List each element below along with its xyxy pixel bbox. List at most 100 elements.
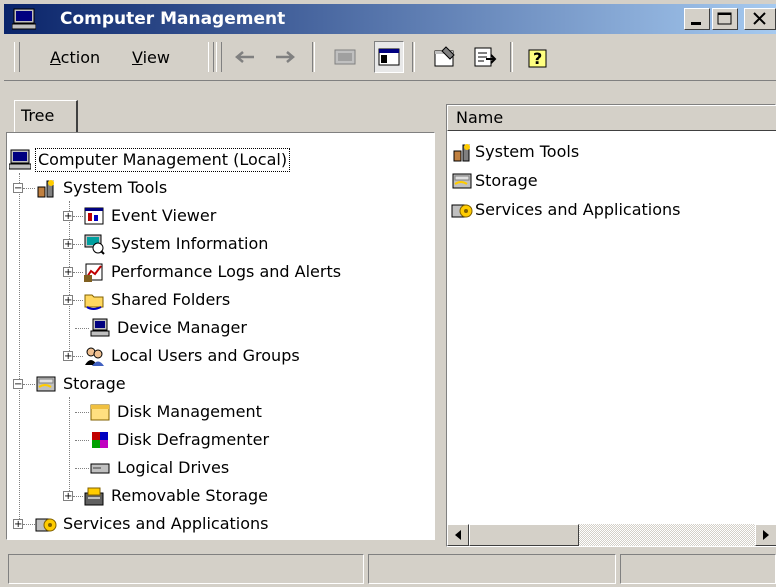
computer-icon xyxy=(12,8,36,30)
tree-item-label: Local Users and Groups xyxy=(111,346,300,365)
close-button[interactable] xyxy=(744,8,776,30)
back-button[interactable] xyxy=(230,41,260,73)
details-list[interactable]: Name System Tools Storage Services and A… xyxy=(446,104,776,547)
svg-text:?: ? xyxy=(533,49,542,68)
expand-toggle[interactable]: + xyxy=(13,519,23,530)
menu-view[interactable]: View xyxy=(124,44,178,72)
tree-line xyxy=(23,187,35,189)
expand-toggle[interactable]: + xyxy=(63,351,73,362)
console-tree[interactable]: Computer Management (Local) − System Too… xyxy=(6,132,435,540)
scroll-right-button[interactable] xyxy=(755,524,776,546)
properties-icon xyxy=(434,46,455,67)
close-icon xyxy=(753,12,766,25)
tree-line xyxy=(75,327,89,329)
show-hide-tree-button[interactable] xyxy=(374,41,404,73)
up-one-level-button[interactable] xyxy=(330,41,360,73)
tree-root[interactable]: Computer Management (Local) xyxy=(9,147,409,173)
tree-line xyxy=(75,439,89,441)
tree-item-device-manager[interactable]: Device Manager xyxy=(75,315,247,341)
forward-arrow-icon xyxy=(276,51,295,63)
tree-item-shared-folders[interactable]: + Shared Folders xyxy=(63,287,230,313)
maximize-button[interactable] xyxy=(712,8,738,30)
scroll-left-button[interactable] xyxy=(447,524,469,546)
back-arrow-icon xyxy=(235,51,254,63)
tab-tree[interactable]: Tree xyxy=(14,100,78,132)
list-item[interactable]: Services and Applications xyxy=(451,197,680,223)
system-tools-icon xyxy=(453,144,470,162)
disk-management-icon xyxy=(90,404,110,421)
properties-button[interactable] xyxy=(430,41,460,73)
device-manager-icon xyxy=(90,318,110,337)
tree-item-label: Removable Storage xyxy=(111,486,269,505)
list-item[interactable]: Storage xyxy=(451,168,538,194)
tree-item-local-users[interactable]: + Local Users and Groups xyxy=(63,343,300,369)
scroll-thumb[interactable] xyxy=(469,524,579,546)
tree-item-system-tools[interactable]: − System Tools xyxy=(13,175,167,201)
users-icon xyxy=(85,347,104,366)
minimize-button[interactable] xyxy=(684,8,710,30)
collapse-toggle[interactable]: − xyxy=(13,183,23,194)
tree-item-system-information[interactable]: + System Information xyxy=(63,231,268,257)
menubar-grip[interactable] xyxy=(14,42,20,72)
left-arrow-icon xyxy=(455,530,461,540)
list-item-label: System Tools xyxy=(475,142,580,161)
console-tree-icon xyxy=(378,48,400,66)
menu-view-mnemonic: V xyxy=(132,48,143,67)
tree-item-label: Disk Management xyxy=(117,402,262,421)
tree-item-label: Storage xyxy=(63,374,126,393)
tree-item-disk-management[interactable]: Disk Management xyxy=(75,399,262,425)
tree-line xyxy=(23,523,35,525)
toolbar-separator xyxy=(312,42,315,72)
export-list-icon xyxy=(474,47,497,67)
drive-icon xyxy=(90,463,110,474)
collapse-toggle[interactable]: − xyxy=(13,379,23,390)
tree-line xyxy=(75,411,89,413)
forward-button[interactable] xyxy=(270,41,300,73)
list-item[interactable]: System Tools xyxy=(451,139,579,165)
tree-line xyxy=(69,397,70,495)
help-button[interactable]: ? xyxy=(524,41,554,73)
tree-item-services-apps[interactable]: + Services and Applications xyxy=(13,511,268,537)
folder-up-icon xyxy=(334,49,356,65)
system-tools-icon xyxy=(37,180,54,198)
tree-item-label: Services and Applications xyxy=(63,514,269,533)
horizontal-scrollbar[interactable] xyxy=(447,524,776,546)
status-panel-3 xyxy=(620,554,776,584)
tree-item-logical-drives[interactable]: Logical Drives xyxy=(75,455,229,481)
expand-toggle[interactable]: + xyxy=(63,295,73,306)
window-title: Computer Management xyxy=(60,9,286,29)
tree-line xyxy=(19,173,20,521)
title-bar[interactable]: Computer Management xyxy=(4,4,776,34)
tree-item-label: System Information xyxy=(111,234,269,253)
menu-action-label: ction xyxy=(60,48,101,67)
expand-toggle[interactable]: + xyxy=(63,239,73,250)
column-header-name[interactable]: Name xyxy=(447,105,776,131)
menu-action-mnemonic: A xyxy=(50,48,61,67)
toolbar-grip[interactable] xyxy=(208,42,214,72)
tree-line xyxy=(73,299,83,301)
tree-item-event-viewer[interactable]: + Event Viewer xyxy=(63,203,216,229)
tree-item-storage[interactable]: − Storage xyxy=(13,371,126,397)
tree-item-performance-logs[interactable]: + Performance Logs and Alerts xyxy=(63,259,341,285)
tree-item-label: Shared Folders xyxy=(111,290,231,309)
tree-line xyxy=(75,467,89,469)
tree-item-removable-storage[interactable]: + Removable Storage xyxy=(63,483,268,509)
expand-toggle[interactable]: + xyxy=(63,211,73,222)
tree-item-label: Logical Drives xyxy=(117,458,230,477)
menu-action[interactable]: Action xyxy=(42,44,108,72)
tree-root-label: Computer Management (Local) xyxy=(35,148,291,172)
toolbar-separator-3 xyxy=(510,42,513,72)
export-list-button[interactable] xyxy=(470,41,500,73)
menu-view-label: iew xyxy=(142,48,170,67)
expand-toggle[interactable]: + xyxy=(63,267,73,278)
event-viewer-icon xyxy=(84,207,104,225)
pane-splitter[interactable] xyxy=(441,90,445,548)
performance-logs-icon xyxy=(84,263,103,282)
maximize-icon xyxy=(717,12,732,25)
list-item-label: Storage xyxy=(475,171,538,190)
expand-toggle[interactable]: + xyxy=(63,491,73,502)
tree-item-disk-defragmenter[interactable]: Disk Defragmenter xyxy=(75,427,269,453)
tree-line xyxy=(73,243,83,245)
tree-item-label: Event Viewer xyxy=(111,206,217,225)
disk-defragmenter-icon xyxy=(92,432,108,448)
